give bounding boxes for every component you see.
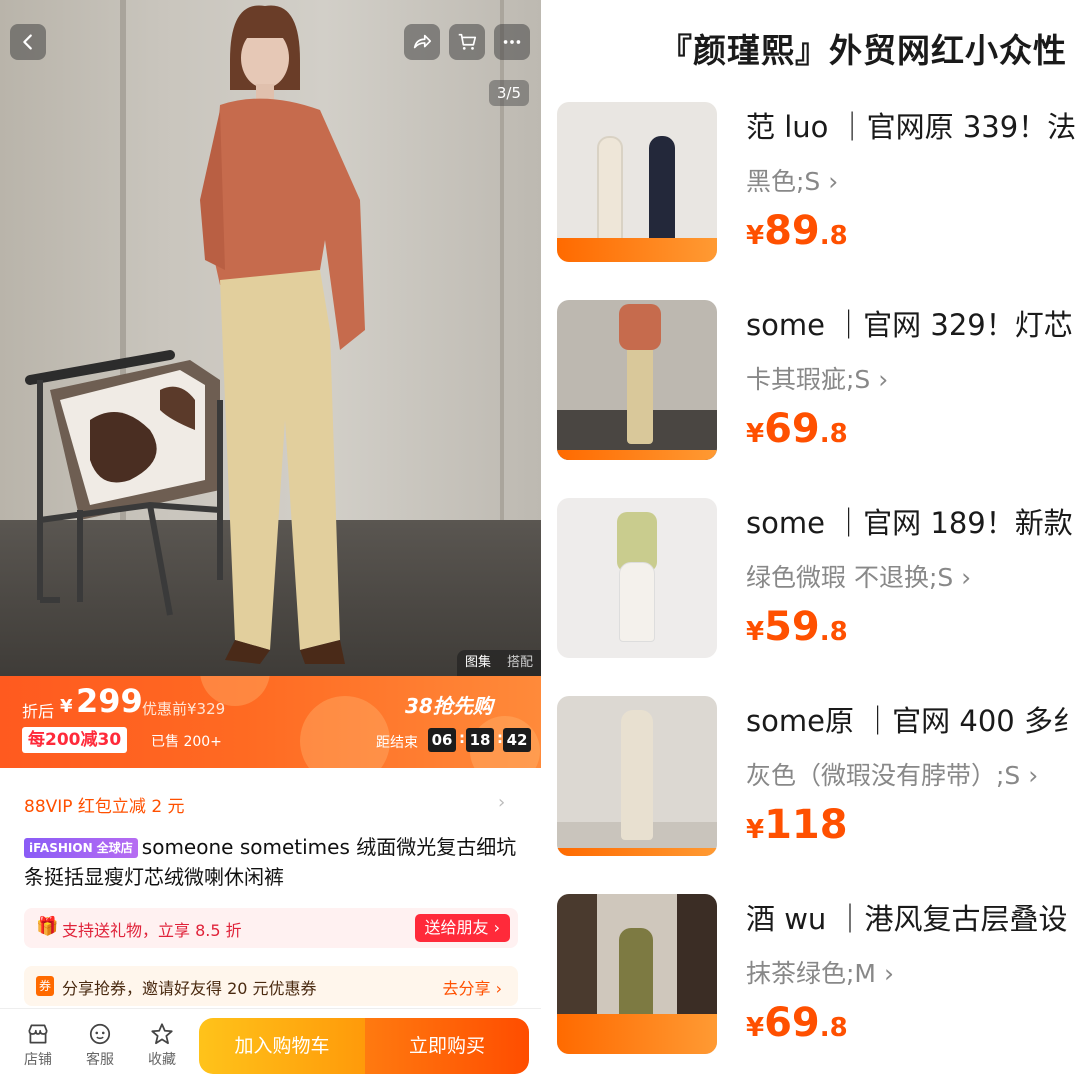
- discount-price: 299: [76, 682, 143, 720]
- currency-symbol: ¥: [60, 696, 73, 717]
- tab-gallery[interactable]: 图集: [457, 650, 499, 676]
- star-icon: [151, 1023, 173, 1045]
- back-button[interactable]: [10, 24, 46, 60]
- more-dots-icon: [503, 40, 521, 44]
- item-price: ¥89.8: [746, 208, 848, 254]
- item-thumbnail: [557, 696, 717, 856]
- item-thumbnail: [557, 300, 717, 460]
- event-label: 38抢先购: [405, 694, 493, 718]
- item-title: 酒 wu ｜港风复古层叠设: [746, 902, 1068, 936]
- shop-button[interactable]: 店铺: [16, 1021, 60, 1069]
- cart-icon: [458, 33, 477, 50]
- model-figure: [200, 5, 365, 664]
- send-to-friend-button[interactable]: 送给朋友 ›: [414, 914, 510, 942]
- list-item[interactable]: 范 luo ｜官网原 339！法 黑色;S › ¥89.8: [541, 98, 1080, 274]
- coupon-icon: 券: [36, 976, 54, 996]
- item-spec[interactable]: 抹茶绿色;M ›: [746, 954, 894, 990]
- customer-service-icon: [89, 1023, 111, 1045]
- product-detail-panel: 3/5 图集 搭配 折后 ¥ 299 优惠前¥329 每200减30 已售 20…: [0, 0, 541, 1080]
- countdown-hours: 06: [428, 728, 456, 752]
- product-main-image[interactable]: 3/5 图集 搭配: [0, 0, 541, 676]
- item-price: ¥69.8: [746, 1000, 848, 1046]
- list-item[interactable]: some ｜官网 189！新款 绿色微瑕 不退换;S › ¥59.8: [541, 494, 1080, 670]
- item-thumbnail: [557, 894, 717, 1054]
- countdown-seconds: 42: [503, 728, 531, 752]
- promo-price-bar: 折后 ¥ 299 优惠前¥329 每200减30 已售 200+ 38抢先购 距…: [0, 676, 541, 768]
- countdown-separator: :: [459, 729, 465, 747]
- product-title: iFASHION 全球店 someone sometimes 绒面微光复古细坑条挺…: [24, 832, 524, 892]
- gift-banner[interactable]: 🎁 支持送礼物，立享 8.5 折 送给朋友 ›: [24, 908, 518, 948]
- shop-header-title: 『颜瑾熙』外贸网红小众性: [659, 31, 1067, 70]
- share-coupon-text: 分享抢券，邀请好友得 20 元优惠券: [62, 979, 317, 998]
- price-prefix: 折后: [22, 702, 55, 721]
- service-button[interactable]: 客服: [78, 1021, 122, 1069]
- share-coupon-banner[interactable]: 券 分享抢券，邀请好友得 20 元优惠券 去分享 ›: [24, 966, 518, 1006]
- favorite-label: 收藏: [148, 1052, 176, 1068]
- shop-label: 店铺: [24, 1052, 52, 1068]
- tab-outfit[interactable]: 搭配: [499, 650, 541, 676]
- item-price: ¥59.8: [746, 604, 848, 650]
- item-price: ¥69.8: [746, 406, 848, 452]
- item-spec[interactable]: 卡其瑕疵;S ›: [746, 360, 888, 396]
- item-title: some原 ｜官网 400 多纟: [746, 704, 1080, 738]
- wall-seam: [500, 0, 504, 520]
- gallery-tabs: 图集 搭配: [456, 650, 541, 676]
- service-label: 客服: [86, 1052, 114, 1068]
- cart-button[interactable]: [449, 24, 485, 60]
- list-item[interactable]: 酒 wu ｜港风复古层叠设 抹茶绿色;M › ¥69.8: [541, 890, 1080, 1066]
- share-button[interactable]: [404, 24, 440, 60]
- bottom-action-bar: 店铺 客服 收藏 加入购物车 立即购买: [0, 1008, 541, 1080]
- gift-text: 支持送礼物，立享 8.5 折: [62, 921, 242, 940]
- go-share-button[interactable]: 去分享 ›: [443, 975, 503, 999]
- item-title: some ｜官网 189！新款: [746, 506, 1073, 540]
- share-icon: [413, 34, 432, 49]
- chevron-left-icon: [23, 34, 32, 50]
- coupon-badge: 每200减30: [22, 727, 128, 753]
- countdown-minutes: 18: [466, 728, 494, 752]
- more-button[interactable]: [494, 24, 530, 60]
- item-thumbnail: [557, 498, 717, 658]
- favorite-button[interactable]: 收藏: [140, 1021, 184, 1069]
- vip-redpacket-text[interactable]: 88VIP 红包立减 2 元: [24, 792, 185, 817]
- item-title: 范 luo ｜官网原 339！法: [746, 110, 1077, 144]
- shop-icon: [28, 1024, 48, 1044]
- item-price: ¥118: [746, 802, 848, 848]
- countdown-label: 距结束: [376, 735, 418, 751]
- list-item[interactable]: some ｜官网 329！灯芯 卡其瑕疵;S › ¥69.8: [541, 296, 1080, 472]
- item-thumbnail: [557, 102, 717, 262]
- item-spec[interactable]: 黑色;S ›: [746, 162, 838, 198]
- list-item[interactable]: some原 ｜官网 400 多纟 灰色（微瑕没有脖带）;S › ¥118: [541, 692, 1080, 868]
- image-counter: 3/5: [488, 80, 529, 106]
- gift-icon: 🎁: [36, 916, 59, 937]
- item-spec[interactable]: 绿色微瑕 不退换;S ›: [746, 558, 971, 594]
- item-spec[interactable]: 灰色（微瑕没有脖带）;S ›: [746, 756, 1038, 792]
- add-to-cart-button[interactable]: 加入购物车: [199, 1018, 365, 1074]
- item-title: some ｜官网 329！灯芯: [746, 308, 1073, 342]
- resale-list-panel: 『颜瑾熙』外贸网红小众性 范 luo ｜官网原 339！法 黑色;S › ¥89…: [541, 0, 1080, 1080]
- screenshot-root: 3/5 图集 搭配 折后 ¥ 299 优惠前¥329 每200减30 已售 20…: [0, 0, 1080, 1080]
- buy-now-button[interactable]: 立即购买: [365, 1018, 529, 1074]
- chevron-right-icon[interactable]: ›: [498, 792, 505, 813]
- original-price: 优惠前¥329: [142, 700, 226, 718]
- sold-count: 已售 200+: [151, 734, 222, 750]
- ifashion-badge: iFASHION 全球店: [24, 838, 138, 858]
